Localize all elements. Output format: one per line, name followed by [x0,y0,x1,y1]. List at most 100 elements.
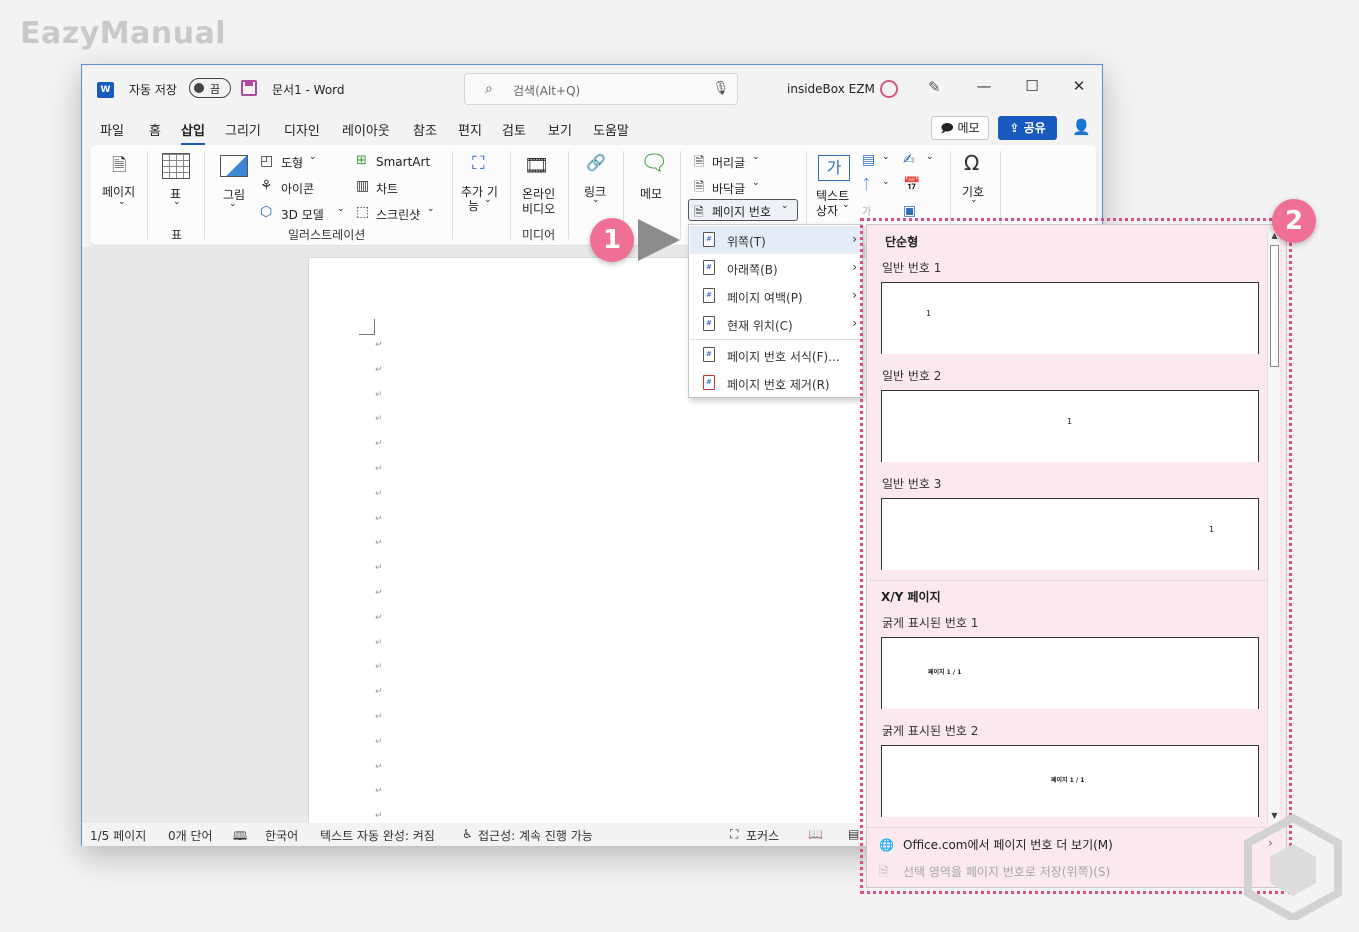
proofing-icon[interactable]: 🕮 [233,827,247,848]
toggle-state: 끔 [210,83,221,96]
paragraph-mark: ↵ [375,687,383,698]
menu-item-format-page-numbers[interactable]: 페이지 번호 서식(F)... [690,341,861,369]
3d-model-chevron-icon[interactable]: ⌄ [337,204,345,214]
paragraph-mark: ↵ [375,414,383,425]
menu-item-top-of-page[interactable]: 위쪽(T) › [690,226,861,254]
smartart-icon: ⊞ [356,153,367,168]
table-chevron-icon[interactable]: ⌄ [173,197,181,207]
status-page-count[interactable]: 1/5 페이지 [90,827,146,844]
tab-review[interactable]: 검토 [502,120,526,139]
paragraph-mark: ↵ [375,513,383,524]
header-button[interactable]: 머리글 [712,154,745,171]
signature-line-icon[interactable]: ✍ [903,152,915,168]
microphone-icon[interactable]: 🎙 [712,81,729,96]
paragraph-mark: ↵ [375,712,383,722]
status-focus[interactable]: 포커스 [746,827,779,844]
addins-button[interactable]: 추가 기 [461,183,498,200]
user-name[interactable]: insideBox EZM [787,82,875,96]
dropcap-icon[interactable]: 가 [862,203,871,218]
status-language[interactable]: 한국어 [265,827,298,844]
page-number-button[interactable]: 🗎 페이지 번호 ⌄ [688,199,798,221]
designer-pen-icon[interactable]: ✎ [928,78,941,96]
step-badge-1: 1 [590,218,634,262]
tab-references[interactable]: 참조 [413,120,437,139]
ribbon-separator [204,151,205,239]
status-accessibility[interactable]: 접근성: 계속 진행 가능 [478,827,593,844]
pages-icon: 🗎 [112,155,127,176]
print-layout-icon[interactable]: ▤ [848,827,859,841]
link-chevron-icon[interactable]: ⌄ [592,195,600,205]
date-time-icon[interactable]: 📅 [903,177,920,193]
screenshot-button[interactable]: 스크린샷 [376,206,420,223]
tab-design[interactable]: 디자인 [284,120,320,139]
step-arrow-icon [638,219,680,261]
pages-chevron-icon[interactable]: ⌄ [118,197,126,207]
wordart-chevron-icon[interactable]: ⌄ [882,177,890,187]
header-chevron-icon[interactable]: ⌄ [752,152,760,162]
read-mode-icon[interactable]: 📖 [808,827,823,841]
user-avatar-icon[interactable] [880,80,898,98]
footer-chevron-icon[interactable]: ⌄ [752,178,760,188]
memo-button[interactable]: 🗩 메모 [931,116,989,140]
signature-chevron-icon[interactable]: ⌄ [926,152,934,162]
menu-item-label: 현재 위치(C) [727,319,793,333]
tab-mailings[interactable]: 편지 [458,120,482,139]
screenshot-chevron-icon[interactable]: ⌄ [427,204,435,214]
symbol-chevron-icon[interactable]: ⌄ [970,195,978,205]
picture-chevron-icon[interactable]: ⌄ [229,199,237,209]
addins-button-line2[interactable]: 능 [468,197,479,214]
quick-parts-icon[interactable]: ▤ [862,152,875,168]
online-video-button-line2[interactable]: 비디오 [522,200,555,217]
share-button[interactable]: ⇪ 공유 [998,116,1057,140]
smartart-button[interactable]: SmartArt [376,155,430,169]
textbox-button-line2[interactable]: 상자 [816,202,838,219]
shapes-button[interactable]: 도형 [281,154,303,171]
tab-home[interactable]: 홈 [149,120,161,139]
chevron-right-icon: › [852,232,857,246]
margin-corner-mark [359,319,375,335]
ribbon-separator [452,151,453,239]
screenshot-icon: ⬚ [356,204,370,220]
tab-file[interactable]: 파일 [100,120,124,139]
status-word-count[interactable]: 0개 단어 [168,827,213,844]
3d-model-button[interactable]: 3D 모델 [281,206,324,223]
save-icon[interactable] [241,80,257,96]
paragraph-mark: ↵ [375,736,383,747]
tab-insert[interactable]: 삽입 [181,120,205,145]
wordart-icon[interactable]: ᛏ [862,177,870,193]
tab-draw[interactable]: 그리기 [225,120,261,139]
search-placeholder: 검색(Alt+Q) [513,84,581,98]
icons-button[interactable]: 아이콘 [281,180,314,197]
chart-icon: ▥ [356,178,370,194]
icons-icon: ⚘ [260,178,273,194]
menu-item-page-margins[interactable]: 페이지 여백(P) › [690,282,861,310]
menu-item-remove-page-numbers[interactable]: 페이지 번호 제거(R) [690,369,861,397]
close-button[interactable]: ✕ [1064,77,1094,95]
autosave-toggle[interactable]: 끔 [189,78,231,98]
tab-help[interactable]: 도움말 [593,120,629,139]
object-icon[interactable]: ▣ [903,203,916,219]
group-label-media: 미디어 [522,228,556,242]
tab-view[interactable]: 보기 [548,120,572,139]
maximize-button[interactable]: ☐ [1017,77,1047,95]
quick-parts-chevron-icon[interactable]: ⌄ [882,152,890,162]
chart-button[interactable]: 차트 [376,180,398,197]
picture-icon [220,155,248,177]
autosave-label: 자동 저장 [129,83,177,97]
menu-item-bottom-of-page[interactable]: 아래쪽(B) › [690,254,861,282]
textbox-chevron-icon[interactable]: ⌄ [842,200,850,210]
search-input[interactable]: ⌕ 검색(Alt+Q) 🎙 [464,73,738,105]
comment-icon: 🗨 [640,151,668,176]
paragraph-mark: ↵ [375,488,383,499]
menu-item-current-position[interactable]: 현재 위치(C) › [690,310,861,338]
addins-chevron-icon[interactable]: ⌄ [484,195,492,205]
person-icon[interactable]: 👤 [1072,118,1091,136]
footer-button[interactable]: 바닥글 [712,180,745,197]
search-icon: ⌕ [485,81,493,97]
shapes-chevron-icon[interactable]: ⌄ [309,152,317,162]
tab-layout[interactable]: 레이아웃 [342,120,390,139]
comment-button[interactable]: 메모 [640,185,662,202]
minimize-button[interactable]: — [969,77,999,95]
status-autocomplete[interactable]: 텍스트 자동 완성: 켜짐 [320,827,435,844]
table-icon [162,153,190,179]
